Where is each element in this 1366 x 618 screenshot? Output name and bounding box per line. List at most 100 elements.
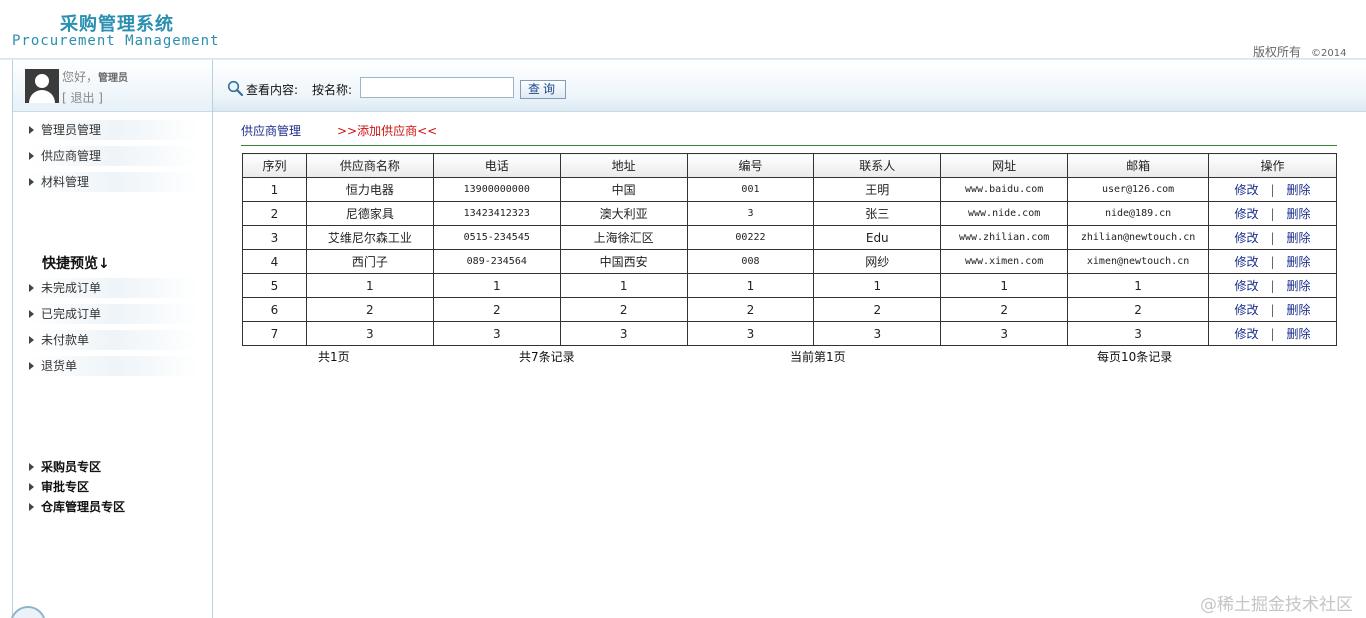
table-row: 3 艾维尼尔森工业 0515-234545 上海徐汇区 00222 Edu www.zhil… xyxy=(242,225,1337,250)
copyright-text: 版权所有 xyxy=(1253,45,1302,59)
pager-total-records: 共7条记录 xyxy=(519,350,575,364)
edit-link[interactable]: 修改 xyxy=(1234,207,1258,221)
quick-item-label: 已完成订单 xyxy=(41,307,102,321)
sidebar-item-label: 管理员管理 xyxy=(41,123,102,137)
edit-link[interactable]: 修改 xyxy=(1234,231,1258,245)
column-header: 序列 xyxy=(242,153,307,178)
edit-link[interactable]: 修改 xyxy=(1234,255,1258,269)
table-cell: nide@189.cn xyxy=(1067,201,1210,226)
table-cell: 王明 xyxy=(813,177,942,202)
table-cell: 7 xyxy=(242,321,307,346)
caret-right-icon xyxy=(29,336,34,344)
table-cell: 1 xyxy=(940,273,1069,298)
delete-link[interactable]: 删除 xyxy=(1287,303,1311,317)
quick-item-returns[interactable]: 退货单 xyxy=(29,356,199,376)
zone-label: 采购员专区 xyxy=(41,460,102,474)
sidebar-item-supplier[interactable]: 供应商管理 xyxy=(29,146,199,166)
sidebar-item-label: 供应商管理 xyxy=(41,149,102,163)
zone-purchaser[interactable]: 采购员专区 xyxy=(29,458,101,475)
action-separator: | xyxy=(1270,279,1275,293)
caret-right-icon xyxy=(29,310,34,318)
table-cell: 1 xyxy=(559,273,688,298)
quick-item-finished-orders[interactable]: 已完成订单 xyxy=(29,304,199,324)
table-cell: 2 xyxy=(1067,297,1210,322)
table-cell: 13423412323 xyxy=(432,201,561,226)
table-cell: 西门子 xyxy=(305,249,434,274)
sidebar-item-material[interactable]: 材料管理 xyxy=(29,172,199,192)
delete-link[interactable]: 删除 xyxy=(1287,207,1311,221)
table-cell: 6 xyxy=(242,297,307,322)
table-cell: 1 xyxy=(1067,273,1210,298)
table-cell: 1 xyxy=(242,177,307,202)
table-cell: user@126.com xyxy=(1067,177,1210,202)
table-cell: 2 xyxy=(305,297,434,322)
user-name: 管理员 xyxy=(98,73,129,84)
delete-link[interactable]: 删除 xyxy=(1287,255,1311,269)
table-cell: 00222 xyxy=(686,225,815,250)
action-separator: | xyxy=(1270,231,1275,245)
quick-item-unpaid[interactable]: 未付款单 xyxy=(29,330,199,350)
edit-link[interactable]: 修改 xyxy=(1234,183,1258,197)
app-title-en: Procurement Management xyxy=(12,33,220,49)
caret-right-icon xyxy=(29,483,34,491)
row-actions: 修改 | 删除 xyxy=(1208,321,1337,346)
table-cell: 艾维尼尔森工业 xyxy=(305,225,434,250)
sidebar: 您好，管理员 [ 退出 ] 管理员管理 供应商管理 材料管理 快捷预览↓ 未完成… xyxy=(12,60,213,618)
table-cell: Edu xyxy=(813,225,942,250)
delete-link[interactable]: 删除 xyxy=(1287,327,1311,341)
table-cell: 3 xyxy=(432,321,561,346)
quick-preview-title: 快捷预览↓ xyxy=(42,256,110,272)
zone-label: 审批专区 xyxy=(41,480,90,494)
search-button[interactable]: 查询 xyxy=(520,80,566,99)
pager-current-page: 当前第1页 xyxy=(790,350,846,364)
edit-link[interactable]: 修改 xyxy=(1234,279,1258,293)
column-header: 网址 xyxy=(940,153,1069,178)
delete-link[interactable]: 删除 xyxy=(1287,231,1311,245)
table-row: 6 2 2 2 2 2 2 2 修改 | 删除 xyxy=(242,297,1337,322)
table-cell: 089-234564 xyxy=(432,249,561,274)
edit-link[interactable]: 修改 xyxy=(1234,303,1258,317)
content-divider xyxy=(241,145,1337,146)
table-cell: 1 xyxy=(432,273,561,298)
delete-link[interactable]: 删除 xyxy=(1287,183,1311,197)
table-cell: 3 xyxy=(813,321,942,346)
delete-link[interactable]: 删除 xyxy=(1287,279,1311,293)
quick-item-unfinished-orders[interactable]: 未完成订单 xyxy=(29,278,199,298)
table-cell: 4 xyxy=(242,249,307,274)
table-cell: 2 xyxy=(813,297,942,322)
caret-right-icon xyxy=(29,284,34,292)
table-cell: 1 xyxy=(305,273,434,298)
logout-link[interactable]: [ 退出 ] xyxy=(62,89,103,106)
caret-right-icon xyxy=(29,152,34,160)
table-cell: 中国 xyxy=(559,177,688,202)
table-cell: 13900000000 xyxy=(432,177,561,202)
avatar xyxy=(25,69,59,103)
action-separator: | xyxy=(1270,303,1275,317)
view-content-label: 查看内容: xyxy=(246,83,299,97)
table-cell: 3 xyxy=(1067,321,1210,346)
table-cell: 3 xyxy=(686,201,815,226)
caret-right-icon xyxy=(29,362,34,370)
table-cell: 001 xyxy=(686,177,815,202)
table-row: 1 恒力电器 13900000000 中国 001 王明 www.baidu.com user… xyxy=(242,177,1337,202)
caret-right-icon xyxy=(29,503,34,511)
edit-link[interactable]: 修改 xyxy=(1234,327,1258,341)
table-cell: www.nide.com xyxy=(940,201,1069,226)
table-cell: 2 xyxy=(432,297,561,322)
table-cell: 2 xyxy=(242,201,307,226)
table-row: 4 西门子 089-234564 中国西安 008 网纱 www.ximen.com xime… xyxy=(242,249,1337,274)
zone-approval[interactable]: 审批专区 xyxy=(29,478,89,495)
column-header: 操作 xyxy=(1208,153,1337,178)
column-header: 联系人 xyxy=(813,153,942,178)
row-actions: 修改 | 删除 xyxy=(1208,201,1337,226)
table-cell: www.ximen.com xyxy=(940,249,1069,274)
table-cell: ximen@newtouch.cn xyxy=(1067,249,1210,274)
table-cell: 008 xyxy=(686,249,815,274)
search-input[interactable] xyxy=(360,77,514,98)
table-cell: 网纱 xyxy=(813,249,942,274)
zone-warehouse[interactable]: 仓库管理员专区 xyxy=(29,498,125,515)
table-cell: 3 xyxy=(686,321,815,346)
quick-item-label: 未付款单 xyxy=(41,333,90,347)
sidebar-item-admin[interactable]: 管理员管理 xyxy=(29,120,199,140)
add-supplier-link[interactable]: >>添加供应商<< xyxy=(337,122,437,139)
